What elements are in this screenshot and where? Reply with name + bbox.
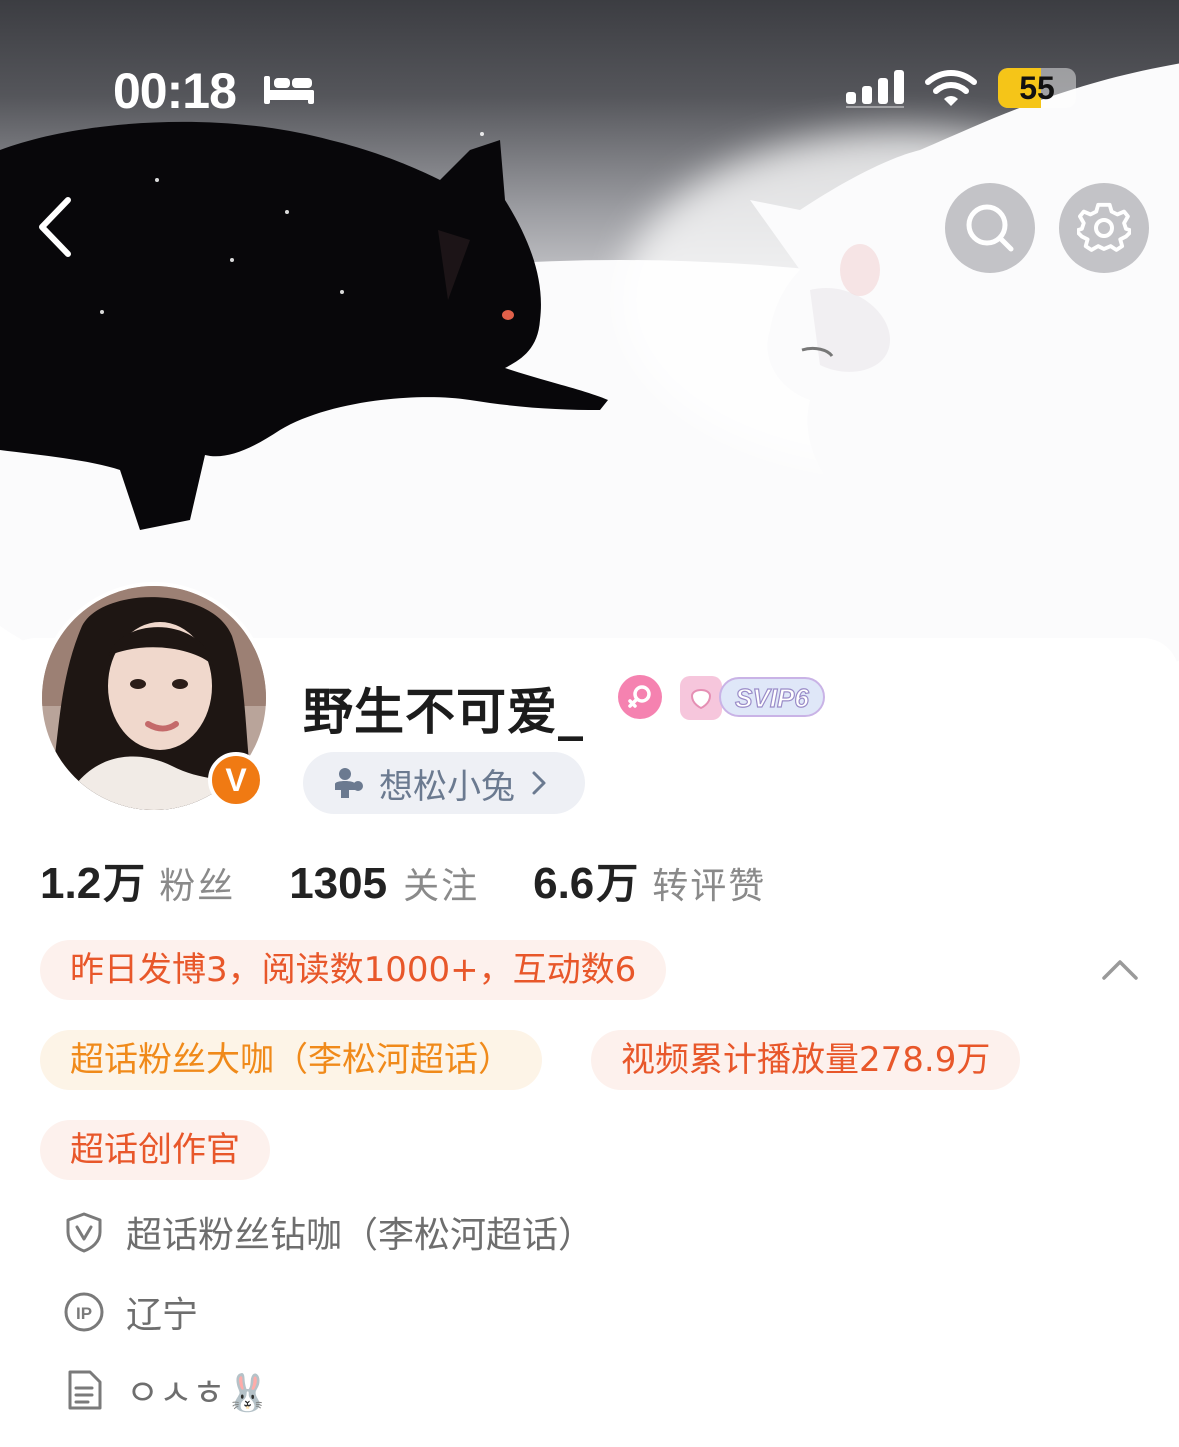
info-ip-location: 辽宁 — [126, 1295, 199, 1336]
info-bio: ㅇㅅㅎ🐰 — [126, 1373, 271, 1414]
black-cat-image — [0, 121, 608, 531]
battery-percent: 55 — [1019, 70, 1055, 106]
superfan-tag[interactable]: 超话粉丝大咖（李松河超话） — [40, 1030, 542, 1090]
stat-unit: 万 — [596, 859, 639, 908]
stat-label: 转评赞 — [652, 866, 767, 907]
stat-unit: 万 — [103, 859, 146, 908]
stat-label: 粉丝 — [159, 866, 236, 907]
stat-following[interactable]: 1305 关注 — [289, 857, 479, 909]
back-button[interactable] — [24, 192, 94, 262]
stat-number: 1.2 — [40, 859, 102, 908]
stat-likes[interactable]: 6.6 万 转评赞 — [533, 850, 766, 911]
shield-v-icon — [66, 1212, 102, 1253]
stat-label: 关注 — [403, 866, 480, 907]
creator-tag[interactable]: 超话创作官 — [40, 1120, 270, 1180]
chevron-right-icon — [532, 771, 546, 795]
snow-speck — [480, 132, 484, 136]
gear-icon — [1077, 202, 1131, 252]
chevron-up-icon[interactable] — [1098, 948, 1142, 992]
svip-badge[interactable]: SVIP6 — [676, 664, 826, 726]
stat-number: 6.6 — [533, 859, 595, 908]
svg-text:IP: IP — [76, 1304, 92, 1323]
verified-badge[interactable]: V — [208, 752, 264, 808]
white-cat-image — [750, 63, 1179, 520]
snow-speck — [340, 290, 344, 294]
video-plays-tag[interactable]: 视频累计播放量278.9万 — [591, 1030, 1021, 1090]
settings-button[interactable] — [1059, 183, 1149, 273]
battery-icon: 55 — [998, 68, 1076, 108]
status-bar: 00:18 55 — [0, 56, 1179, 126]
svip-crown-icon: SVIP6 — [680, 676, 825, 720]
svg-text:SVIP6: SVIP6 — [735, 683, 809, 713]
search-button[interactable] — [945, 183, 1035, 273]
group-pill[interactable]: 想松小兔 — [303, 752, 585, 814]
wifi-icon — [925, 70, 977, 106]
cellular-signal-icon — [846, 70, 904, 108]
ip-location-icon: IP — [64, 1292, 104, 1332]
username: 野生不可爱_ — [303, 683, 584, 741]
info-badge-text: 超话粉丝钻咖（李松河超话） — [126, 1215, 595, 1256]
info-row-badge[interactable]: 超话粉丝钻咖（李松河超话） — [62, 1206, 594, 1258]
info-row-ip: IP 辽宁 — [62, 1286, 198, 1338]
group-figure-icon — [335, 768, 363, 798]
search-icon — [966, 204, 1014, 252]
stat-number: 1305 — [289, 859, 388, 908]
summary-tag[interactable]: 昨日发博3，阅读数1000+，互动数6 — [40, 940, 667, 1000]
snow-speck — [285, 210, 289, 214]
group-label: 想松小兔 — [379, 766, 515, 807]
status-time: 00:18 — [113, 63, 237, 119]
document-icon — [68, 1370, 102, 1410]
snow-speck — [100, 310, 104, 314]
info-row-bio: ㅇㅅㅎ🐰 — [62, 1364, 270, 1416]
sleep-focus-icon — [264, 76, 314, 104]
back-chevron-icon — [39, 197, 71, 257]
female-icon — [618, 675, 662, 719]
snow-speck — [155, 178, 159, 182]
stat-followers[interactable]: 1.2 万 粉丝 — [40, 850, 235, 911]
snow-speck — [230, 258, 234, 262]
stats-row: 1.2 万 粉丝 1305 关注 6.6 万 转评赞 — [40, 850, 820, 910]
